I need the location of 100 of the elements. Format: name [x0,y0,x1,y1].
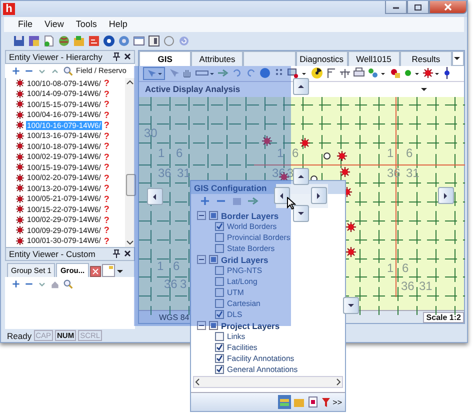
save-all-icon[interactable] [28,34,40,47]
dock-guide-button[interactable] [311,187,327,204]
well-icon [16,142,24,150]
view-tab[interactable]: GIS [139,50,192,66]
vertical-scrollbar[interactable] [125,78,135,247]
well-icon [16,205,24,214]
document-icon[interactable] [306,396,319,408]
well-icon [16,90,24,98]
pan-icon[interactable] [181,67,193,80]
axis-icon[interactable] [325,67,337,80]
new-document-icon[interactable] [43,34,55,47]
save-icon[interactable] [13,34,25,47]
pin-icon[interactable] [113,52,120,62]
collapse-icon[interactable] [197,321,206,330]
dock-guide-button[interactable] [293,168,309,185]
tab-list-button[interactable] [452,50,464,66]
dock-guide-button[interactable] [274,187,290,204]
well-icon [16,152,24,161]
collapse-icon[interactable] [197,255,206,264]
panel-title: Entity Viewer - Custom [9,248,96,259]
close-button[interactable] [429,1,467,14]
well-icon [16,110,24,119]
circle-icon[interactable] [163,34,175,47]
layer-group-icon[interactable] [209,321,218,330]
add-icon[interactable] [11,278,21,290]
unknown-status-label: ? [104,78,110,88]
more-button[interactable]: >> [332,398,342,406]
unknown-status-label: ? [104,183,110,194]
layer-group-icon[interactable] [209,255,218,264]
dock-guide-button[interactable] [438,187,454,204]
search-icon[interactable] [63,64,73,77]
add-icon[interactable] [11,64,21,77]
view-tab[interactable]: Attributes [191,50,244,66]
well-icon [16,163,24,172]
well-icon [16,216,24,224]
globe-icon[interactable] [58,34,70,47]
layer-checkbox[interactable] [215,343,224,352]
section-label: 3 [180,276,187,291]
well-icon [16,184,24,192]
menu-item[interactable]: File [12,19,39,30]
view-tab[interactable]: Diagnostics [296,50,348,66]
dock-guide-button[interactable] [343,297,359,314]
menu-item[interactable]: Tools [70,19,103,30]
window-icon[interactable] [133,34,145,47]
dock-guide-button[interactable] [147,188,163,205]
delete-icon[interactable] [90,266,101,277]
menu-item[interactable]: Help [102,19,134,30]
dock-guide-button[interactable] [293,205,309,222]
star-marker-tool-icon[interactable] [423,67,441,80]
print-icon[interactable] [353,67,365,80]
pin-tool-icon[interactable] [443,67,451,80]
report-icon[interactable] [88,34,100,47]
filter-icon[interactable] [320,396,331,408]
close-icon[interactable] [124,53,131,60]
layer-group-icon[interactable] [209,211,218,220]
view-tab[interactable]: Well1015 [348,50,400,66]
layer-checkbox[interactable] [215,288,224,297]
layer-checkbox[interactable] [215,299,224,308]
layer-checkbox[interactable] [215,332,224,341]
collapse-icon[interactable] [197,211,206,220]
scroll-down-icon[interactable] [126,238,134,247]
layer-checkbox[interactable] [215,365,224,374]
layer-checkbox[interactable] [215,266,224,275]
minimize-button[interactable] [385,1,407,14]
layer-checkbox[interactable] [215,310,224,319]
layer-checkbox[interactable] [215,222,224,231]
layer-group[interactable]: Grid Layers [221,254,268,264]
dock-guide-button[interactable] [293,78,309,95]
dropdown-icon[interactable] [420,85,428,94]
scroll-up-icon[interactable] [126,78,134,86]
layer-checkbox[interactable] [215,244,224,253]
section-label: 36 [401,278,414,293]
view-tab[interactable]: Results [400,50,452,66]
layer-tool-icon[interactable] [287,67,309,80]
app-logo: h [3,3,15,15]
maximize-button[interactable] [407,1,429,14]
add-icon[interactable] [199,195,211,207]
status-text: Ready [7,330,32,340]
scrollbar-thumb[interactable] [126,174,136,196]
section-label: 31 [177,166,190,180]
section-label: 31 [419,278,432,293]
layer-checkbox[interactable] [215,277,224,286]
menu-item[interactable]: View [38,19,70,30]
section-label: 1 [277,146,284,160]
panel-icon[interactable] [148,34,160,47]
maximize-icon [414,4,422,10]
search-icon[interactable] [63,278,73,290]
layer-group[interactable]: Border Layers [221,210,279,220]
cursor-icon [287,197,296,210]
scroll-left-icon[interactable] [194,378,202,386]
unknown-status-label: ? [104,110,110,120]
layer-checkbox[interactable] [215,354,224,363]
pin-icon[interactable] [113,249,120,258]
map-scale: Scale 1:2 [423,312,464,323]
layer-checkbox[interactable] [215,233,224,242]
panel-title: Entity Viewer - Hierarchy [9,52,104,62]
horizontal-scrollbar[interactable] [193,376,343,388]
scroll-right-icon[interactable] [334,378,342,386]
well-icon [16,132,24,140]
close-icon[interactable] [124,250,131,258]
